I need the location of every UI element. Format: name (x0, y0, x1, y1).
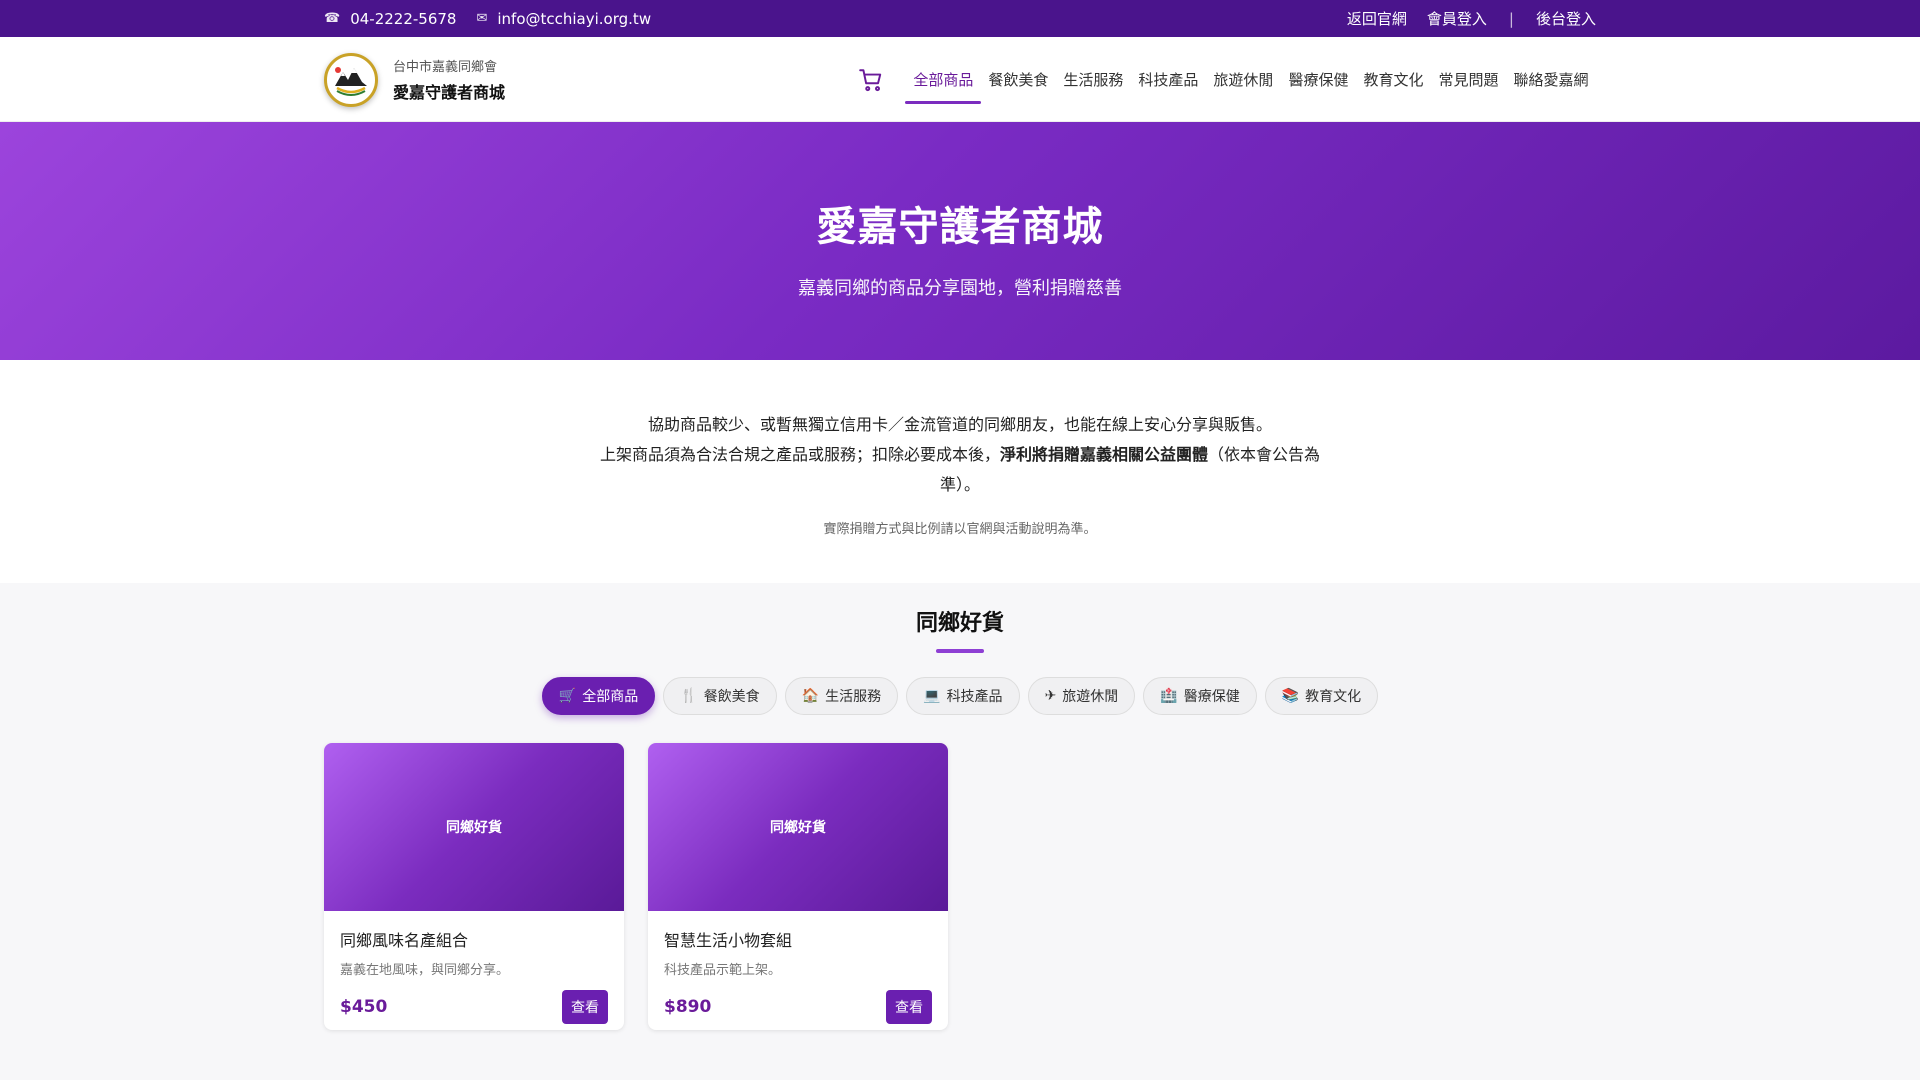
main-nav: 全部商品 餐飲美食 生活服務 科技產品 旅遊休閒 醫療保健 教育文化 常見問題 … (856, 61, 1596, 104)
email-contact[interactable]: ✉ info@tcchiayi.org.tw (476, 10, 651, 28)
product-name: 智慧生活小物套組 (664, 931, 793, 950)
product-image: 同鄉好貨 (324, 743, 624, 911)
intro-highlight: 淨利將捐贈嘉義相關公益團體 (999, 445, 1208, 464)
hospital-icon: 🏥 (1160, 688, 1178, 704)
title-underline (936, 649, 984, 653)
view-button[interactable]: 查看 (562, 990, 608, 1024)
brand-subtitle: 台中市嘉義同鄉會 (393, 60, 498, 75)
view-button[interactable]: 查看 (886, 990, 932, 1024)
intro-line-1: 協助商品較少、或暫無獨立信用卡／金流管道的同鄉朋友，也能在線上安心分享與販售。 (647, 415, 1272, 434)
intro-section: 協助商品較少、或暫無獨立信用卡／金流管道的同鄉朋友，也能在線上安心分享與販售。 … (0, 360, 1920, 583)
brand-title: 愛嘉守護者商城 (393, 83, 506, 102)
intro-note: 實際捐贈方式與比例請以官網與活動說明為準。 (823, 522, 1097, 537)
filter-label: 旅遊休閒 (1062, 689, 1119, 705)
hero-title: 愛嘉守護者商城 (816, 204, 1104, 250)
product-card[interactable]: 同鄉好貨 同鄉風味名產組合 嘉義在地風味，與同鄉分享。 $450 查看 (324, 743, 624, 1030)
member-login-link[interactable]: 會員登入 (1427, 8, 1487, 29)
phone-number: 04-2222-5678 (350, 9, 457, 28)
filter-label: 餐飲美食 (703, 689, 760, 705)
intro-line-2: 上架商品須為合法合規之產品或服務；扣除必要成本後，淨利將捐贈嘉義相關公益團體（依… (590, 440, 1330, 500)
product-price: $890 (664, 997, 712, 1017)
product-price: $450 (340, 997, 388, 1017)
nav-education[interactable]: 教育文化 (1355, 61, 1431, 98)
phone-contact[interactable]: ☎ 04-2222-5678 (324, 10, 456, 28)
nav-tech[interactable]: 科技產品 (1130, 61, 1206, 98)
phone-icon: ☎ (324, 11, 341, 26)
house-icon: 🏠 (801, 688, 820, 704)
filter-label: 生活服務 (825, 689, 882, 705)
section-title: 同鄉好貨 (915, 611, 1004, 636)
hero-subtitle: 嘉義同鄉的商品分享園地，營利捐贈慈善 (798, 278, 1122, 299)
email-address: info@tcchiayi.org.tw (497, 9, 652, 28)
product-description: 嘉義在地風味，與同鄉分享。 (340, 963, 510, 978)
filter-all[interactable]: 🛒 全部商品 (541, 677, 656, 715)
filter-label: 科技產品 (946, 689, 1003, 705)
brand[interactable]: 台中市嘉義同鄉會 愛嘉守護者商城 (324, 52, 506, 107)
intro-line-2-pre: 上架商品須為合法合規之產品或服務；扣除必要成本後， (599, 445, 1000, 464)
nav-life-services[interactable]: 生活服務 (1055, 61, 1131, 98)
nav-health[interactable]: 醫療保健 (1280, 61, 1356, 98)
filter-life[interactable]: 🏠 生活服務 (784, 677, 899, 715)
hero-banner: 愛嘉守護者商城 嘉義同鄉的商品分享園地，營利捐贈慈善 (0, 122, 1920, 360)
filter-health[interactable]: 🏥 醫療保健 (1143, 677, 1257, 715)
product-image: 同鄉好貨 (648, 743, 948, 911)
laptop-icon: 💻 (923, 688, 941, 704)
nav-faq[interactable]: 常見問題 (1430, 61, 1506, 98)
cart-icon[interactable] (856, 65, 886, 95)
fork-knife-icon: 🍴 (680, 688, 698, 704)
filter-food[interactable]: 🍴 餐飲美食 (663, 677, 777, 715)
product-grid: 同鄉好貨 同鄉風味名產組合 嘉義在地風味，與同鄉分享。 $450 查看 同鄉好貨… (324, 743, 1596, 1030)
cart-icon: 🛒 (558, 688, 577, 704)
nav-travel[interactable]: 旅遊休閒 (1205, 61, 1281, 98)
nav-all-products[interactable]: 全部商品 (905, 61, 982, 104)
logo (324, 52, 378, 107)
nav-food[interactable]: 餐飲美食 (980, 61, 1056, 98)
filter-label: 醫療保健 (1183, 689, 1240, 705)
product-name: 同鄉風味名產組合 (340, 931, 469, 950)
products-section: 同鄉好貨 🛒 全部商品 🍴 餐飲美食 🏠 生活服務 💻 科技產品 ✈ 旅遊休閒 🏥 醫療保健… (0, 583, 1920, 1030)
filter-travel[interactable]: ✈ 旅遊休閒 (1027, 677, 1136, 715)
back-to-site-link[interactable]: 返回官網 (1347, 8, 1407, 29)
mail-icon: ✉ (476, 11, 488, 26)
admin-login-link[interactable]: 後台登入 (1536, 8, 1596, 29)
filter-label: 全部商品 (582, 689, 639, 705)
divider: | (1508, 9, 1514, 28)
airplane-icon: ✈ (1044, 688, 1057, 704)
product-description: 科技產品示範上架。 (664, 963, 782, 978)
filter-education[interactable]: 📚 教育文化 (1264, 677, 1379, 715)
filter-label: 教育文化 (1305, 689, 1362, 705)
site-header: 台中市嘉義同鄉會 愛嘉守護者商城 全部商品 餐飲美食 生活服務 科技產品 旅遊休… (0, 37, 1920, 122)
filter-tech[interactable]: 💻 科技產品 (906, 677, 1020, 715)
nav-contact[interactable]: 聯絡愛嘉網 (1505, 61, 1596, 98)
product-card[interactable]: 同鄉好貨 智慧生活小物套組 科技產品示範上架。 $890 查看 (648, 743, 948, 1030)
books-icon: 📚 (1281, 688, 1300, 704)
top-bar: ☎ 04-2222-5678 ✉ info@tcchiayi.org.tw 返回… (0, 0, 1920, 37)
category-filters: 🛒 全部商品 🍴 餐飲美食 🏠 生活服務 💻 科技產品 ✈ 旅遊休閒 🏥 醫療保健 📚 教育文… (0, 677, 1920, 715)
